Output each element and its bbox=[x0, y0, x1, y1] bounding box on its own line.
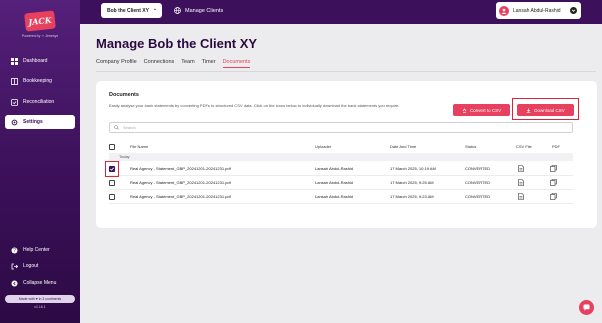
sidebar-item-label: Collapse Menu bbox=[23, 280, 57, 286]
top-bar: Bob the Client XY ⌄ Manage Clients Lansa… bbox=[80, 0, 602, 24]
csv-file-icon[interactable] bbox=[518, 193, 524, 201]
convert-label: Convert to CSV bbox=[469, 107, 502, 113]
date-time: 17 March 2025, 9:23 AM bbox=[390, 194, 434, 199]
chat-button[interactable] bbox=[579, 300, 594, 315]
column-pdf: PDF bbox=[552, 144, 560, 149]
column-csv-file: CSV File bbox=[516, 144, 532, 149]
convert-icon bbox=[462, 107, 467, 113]
svg-text:?: ? bbox=[13, 248, 16, 254]
globe-icon bbox=[174, 7, 181, 14]
status: CONVERTED bbox=[465, 166, 491, 171]
sidebar-item-label: Reconciliation bbox=[23, 99, 55, 105]
chat-icon bbox=[583, 304, 590, 311]
column-date-time: Date And Time bbox=[390, 144, 417, 149]
dashboard-icon bbox=[11, 57, 18, 65]
group-header-today: Today bbox=[109, 153, 573, 161]
user-name: Lansah Abdul-Rashid bbox=[513, 7, 561, 14]
sidebar-item-collapse-menu[interactable]: Collapse Menu bbox=[5, 276, 75, 290]
sidebar: JACK Powered by ✧ Jenesys Dashboard Book… bbox=[0, 0, 80, 323]
column-uploader: Uploader bbox=[315, 144, 332, 149]
column-file-name: File Name bbox=[130, 144, 149, 149]
tab-connections[interactable]: Connections bbox=[144, 59, 175, 68]
table-row[interactable]: Real Agency - Statement_GBP_20241201-202… bbox=[109, 162, 573, 176]
manage-clients-link[interactable]: Manage Clients bbox=[174, 3, 223, 18]
table-row[interactable]: Real Agency - Statement_GBP_20241201-202… bbox=[109, 190, 573, 204]
sidebar-item-label: Dashboard bbox=[23, 58, 48, 64]
date-time: 17 March 2025, 10:19 AM bbox=[390, 166, 436, 171]
made-with-badge: Made with ♥ in 3 continents bbox=[5, 295, 75, 303]
client-select-label: Bob the Client XY bbox=[107, 7, 149, 14]
user-menu[interactable]: Lansah Abdul-Rashid bbox=[496, 2, 581, 19]
version-text: v1.16.1 bbox=[34, 305, 46, 309]
chevron-down-icon bbox=[570, 7, 577, 14]
sidebar-item-label: Help Center bbox=[23, 247, 50, 253]
file-name[interactable]: Real Agency - Statement_GBP_20241201-202… bbox=[130, 194, 231, 199]
documents-title: Documents bbox=[109, 92, 139, 98]
convert-to-csv-button[interactable]: Convert to CSV bbox=[453, 104, 510, 116]
sidebar-item-settings[interactable]: Settings bbox=[5, 115, 75, 129]
uploader: Lansah Abdul-Rashid bbox=[315, 180, 354, 185]
uploader: Lansah Abdul-Rashid bbox=[315, 194, 354, 199]
client-select[interactable]: Bob the Client XY ⌄ bbox=[101, 3, 162, 18]
tabs: Company Profile Connections Team Timer D… bbox=[96, 59, 257, 68]
tab-documents[interactable]: Documents bbox=[222, 59, 251, 68]
sidebar-item-label: Logout bbox=[23, 263, 39, 269]
search-input[interactable]: Search bbox=[109, 122, 573, 133]
table-row[interactable]: Real Agency - Statement_GBP_20241201-202… bbox=[109, 176, 573, 190]
documents-description: Easily analyse your bank statements by c… bbox=[109, 103, 400, 108]
column-status: Status bbox=[465, 144, 477, 149]
jack-logo[interactable]: JACK bbox=[24, 10, 56, 32]
status: CONVERTED bbox=[465, 180, 491, 185]
search-placeholder: Search bbox=[123, 125, 136, 130]
sidebar-item-dashboard[interactable]: Dashboard bbox=[5, 54, 75, 68]
gear-icon bbox=[11, 119, 18, 126]
pdf-file-icon[interactable] bbox=[550, 165, 557, 173]
select-all-checkbox[interactable] bbox=[109, 143, 115, 150]
table-header: File Name Uploader Date And Time Status … bbox=[109, 142, 573, 152]
chevron-down-icon: ⌄ bbox=[152, 6, 157, 12]
sidebar-item-bookkeeping[interactable]: Bookkeeping bbox=[5, 74, 75, 88]
book-icon bbox=[11, 77, 18, 85]
sidebar-item-label: Bookkeeping bbox=[23, 78, 52, 84]
sidebar-item-logout[interactable]: Logout bbox=[5, 259, 75, 273]
search-icon bbox=[114, 125, 119, 130]
sidebar-item-label: Settings bbox=[23, 119, 43, 125]
csv-file-icon[interactable] bbox=[518, 179, 524, 187]
pdf-file-icon[interactable] bbox=[550, 193, 557, 201]
pdf-file-icon[interactable] bbox=[550, 179, 557, 187]
logout-icon bbox=[11, 263, 18, 270]
highlight-box bbox=[512, 98, 579, 120]
page-title: Manage Bob the Client XY bbox=[96, 36, 258, 51]
help-icon: ? bbox=[11, 247, 18, 254]
tab-timer[interactable]: Timer bbox=[202, 59, 216, 68]
date-time: 17 March 2025, 9:25 AM bbox=[390, 180, 434, 185]
manage-clients-label: Manage Clients bbox=[185, 7, 224, 14]
uploader: Lansah Abdul-Rashid bbox=[315, 166, 354, 171]
sidebar-item-help-center[interactable]: ? Help Center bbox=[5, 243, 75, 257]
row-checkbox[interactable] bbox=[109, 180, 115, 186]
file-name[interactable]: Real Agency - Statement_GBP_20241201-202… bbox=[130, 166, 231, 171]
collapse-icon bbox=[11, 280, 18, 287]
row-checkbox[interactable] bbox=[109, 194, 115, 200]
powered-by-text: Powered by ✧ Jenesys bbox=[21, 34, 59, 38]
status: CONVERTED bbox=[465, 194, 491, 199]
reconcile-icon bbox=[11, 98, 18, 106]
avatar bbox=[499, 5, 509, 16]
sidebar-item-reconciliation[interactable]: Reconciliation bbox=[5, 95, 75, 109]
tab-company-profile[interactable]: Company Profile bbox=[96, 59, 137, 68]
file-name[interactable]: Real Agency - Statement_GBP_20241201-202… bbox=[130, 180, 231, 185]
tab-team[interactable]: Team bbox=[181, 59, 194, 68]
tabs-divider bbox=[96, 71, 596, 72]
documents-card: Documents Easily analyse your bank state… bbox=[96, 81, 597, 228]
csv-file-icon[interactable] bbox=[518, 165, 524, 173]
highlight-box bbox=[105, 161, 119, 177]
